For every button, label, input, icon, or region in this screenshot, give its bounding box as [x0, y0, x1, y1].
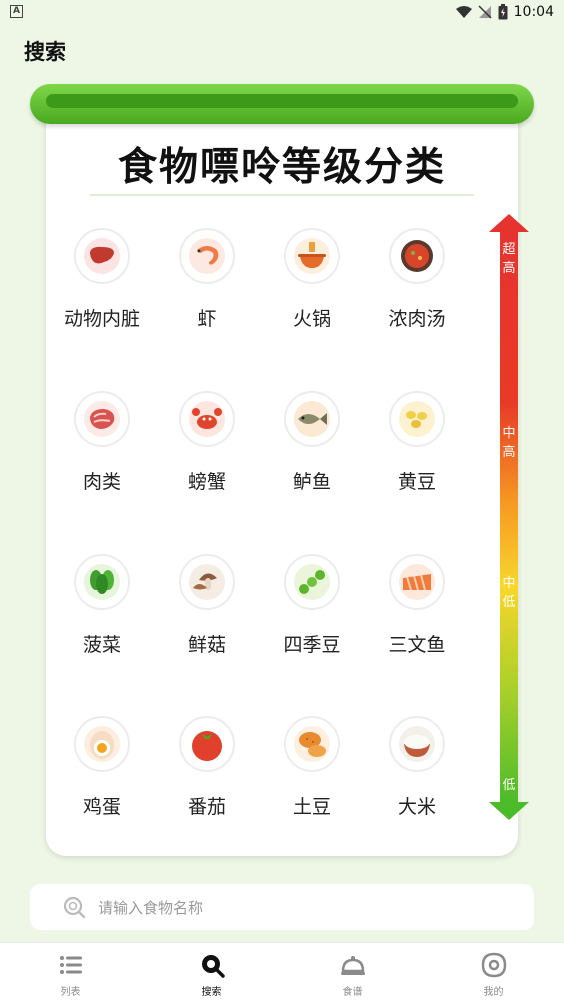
tab-label: 列表: [60, 987, 81, 998]
food-label: 四季豆: [283, 634, 341, 656]
meat-icon: [74, 391, 130, 447]
scroll-roll-top: [30, 84, 534, 124]
food-label: 三文鱼: [388, 634, 446, 656]
level-gradient-bar: [500, 230, 518, 804]
tab-label: 食谱: [342, 987, 363, 998]
food-item-egg[interactable]: 鸡蛋: [52, 716, 152, 836]
tab-list[interactable]: 列表: [0, 943, 141, 1002]
food-label: 大米: [397, 796, 436, 818]
tab-recipes[interactable]: 食谱: [282, 943, 423, 1002]
level-label-medium-low: 中低: [502, 576, 516, 610]
mushroom-icon: [179, 554, 235, 610]
food-item-perch[interactable]: 鲈鱼: [262, 391, 362, 511]
rice-icon: [389, 716, 445, 772]
level-label-low: 低: [502, 778, 516, 793]
potato-icon: [284, 716, 340, 772]
tab-search[interactable]: 搜索: [141, 943, 282, 1002]
tomato-icon: [179, 716, 235, 772]
food-item-soybean[interactable]: 黄豆: [367, 391, 467, 511]
green-bean-icon: [284, 554, 340, 610]
food-item-salmon[interactable]: 三文鱼: [367, 554, 467, 674]
meat-soup-icon: [389, 228, 445, 284]
salmon-icon: [389, 554, 445, 610]
food-label: 肉类: [82, 471, 121, 493]
tab-label: 搜索: [201, 987, 222, 998]
arrow-down-icon: [489, 802, 529, 820]
search-icon: [63, 896, 86, 919]
food-search-input[interactable]: 请输入食物名称: [30, 884, 534, 930]
page-title: 搜索: [24, 40, 66, 64]
food-item-potato[interactable]: 土豆: [262, 716, 362, 836]
food-label: 虾: [197, 308, 217, 330]
status-bar: A 10:04: [0, 0, 564, 24]
food-item-shrimp[interactable]: 虾: [157, 228, 257, 348]
food-item-hotpot[interactable]: 火锅: [262, 228, 362, 348]
food-label: 动物内脏: [63, 308, 140, 330]
search-icon: [202, 955, 225, 978]
perch-icon: [284, 391, 340, 447]
card-panel: 食物嘌呤等级分类 动物内脏 虾 火锅 浓肉汤 肉类 螃蟹 鲈鱼 黄豆 菠菜 鲜菇…: [46, 102, 529, 856]
food-label: 鲈鱼: [292, 471, 331, 493]
food-label: 螃蟹: [187, 471, 226, 493]
food-label: 火锅: [292, 308, 331, 330]
food-label: 鸡蛋: [82, 796, 121, 818]
food-label: 番茄: [187, 796, 226, 818]
food-item-organ-meat[interactable]: 动物内脏: [52, 228, 152, 348]
food-label: 土豆: [292, 796, 331, 818]
level-label-medium-high: 中高: [502, 426, 516, 460]
no-signal-icon: [478, 5, 492, 19]
food-label: 鲜菇: [187, 634, 226, 656]
clock: 10:04: [513, 4, 554, 20]
food-item-spinach[interactable]: 菠菜: [52, 554, 152, 674]
card-title: 食物嘌呤等级分类: [117, 144, 446, 190]
app-notification-icon: A: [10, 5, 23, 18]
food-item-green-bean[interactable]: 四季豆: [262, 554, 362, 674]
food-item-meat[interactable]: 肉类: [52, 391, 152, 511]
soybean-icon: [389, 391, 445, 447]
egg-icon: [74, 716, 130, 772]
hotpot-icon: [284, 228, 340, 284]
bottom-tab-bar: 列表 搜索 食谱 我的: [0, 942, 564, 1002]
arrow-up-icon: [489, 214, 529, 232]
food-item-meat-soup[interactable]: 浓肉汤: [367, 228, 467, 348]
cloche-icon: [341, 956, 365, 975]
food-label: 菠菜: [82, 634, 121, 656]
battery-icon: [498, 4, 508, 20]
shrimp-icon: [179, 228, 235, 284]
purine-classification-card: 食物嘌呤等级分类 动物内脏 虾 火锅 浓肉汤 肉类 螃蟹 鲈鱼 黄豆 菠菜 鲜菇…: [30, 84, 534, 860]
search-placeholder: 请输入食物名称: [98, 899, 204, 917]
food-item-mushroom[interactable]: 鲜菇: [157, 554, 257, 674]
spinach-icon: [74, 554, 130, 610]
list-icon: [60, 956, 82, 974]
crab-icon: [179, 391, 235, 447]
profile-icon: [481, 952, 507, 978]
food-item-crab[interactable]: 螃蟹: [157, 391, 257, 511]
scroll-roll-inner: [46, 94, 518, 108]
food-item-rice[interactable]: 大米: [367, 716, 467, 836]
food-label: 黄豆: [397, 471, 436, 493]
level-label-very-high: 超高: [502, 242, 516, 276]
food-label: 浓肉汤: [388, 308, 446, 330]
wifi-icon: [455, 6, 472, 18]
purine-level-scale: 超高 中高 中低 低: [489, 214, 533, 822]
tab-label: 我的: [483, 987, 504, 998]
tab-profile[interactable]: 我的: [423, 943, 564, 1002]
food-item-tomato[interactable]: 番茄: [157, 716, 257, 836]
liver-icon: [74, 228, 130, 284]
divider: [90, 194, 474, 196]
